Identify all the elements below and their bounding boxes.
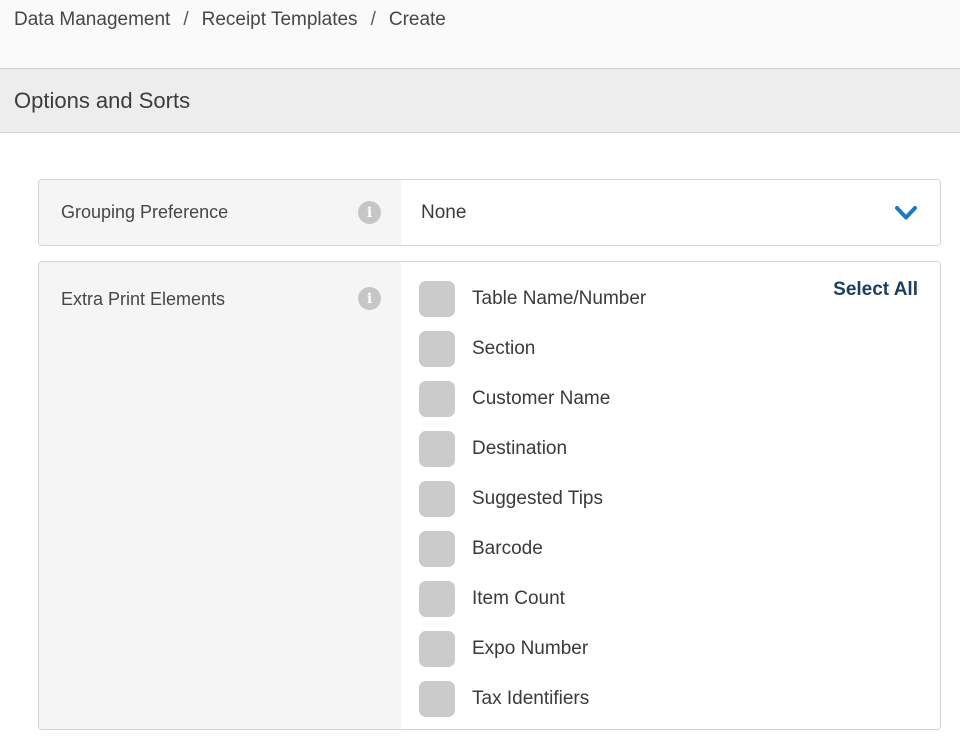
grouping-preference-label: Grouping Preference	[61, 202, 228, 223]
checkbox[interactable]	[419, 681, 455, 717]
select-all-link[interactable]: Select All	[833, 279, 918, 301]
option-row: Section	[419, 324, 918, 374]
breadcrumb-separator: /	[183, 9, 188, 30]
page-title: Options and Sorts	[14, 88, 190, 114]
info-icon[interactable]: i	[358, 287, 381, 310]
option-row: Tax Identifiers	[419, 674, 918, 724]
checkbox[interactable]	[419, 381, 455, 417]
extra-print-elements-row: Extra Print Elements i Select All Table …	[38, 261, 941, 730]
breadcrumb-item-create: Create	[389, 9, 446, 30]
grouping-preference-dropdown[interactable]: None	[401, 180, 940, 245]
checkbox[interactable]	[419, 531, 455, 567]
checkbox[interactable]	[419, 581, 455, 617]
chevron-down-icon	[894, 205, 918, 221]
checkbox[interactable]	[419, 281, 455, 317]
section-header: Options and Sorts	[0, 69, 960, 133]
options-list: Table Name/Number Section Customer Name …	[419, 274, 918, 724]
checkbox-label: Destination	[472, 438, 567, 460]
checkbox-label: Table Name/Number	[472, 288, 646, 310]
extra-print-elements-label-col: Extra Print Elements i	[39, 262, 401, 729]
checkbox[interactable]	[419, 481, 455, 517]
checkbox-label: Section	[472, 338, 535, 360]
breadcrumb-separator: /	[371, 9, 376, 30]
breadcrumb-item-receipt-templates[interactable]: Receipt Templates	[202, 9, 358, 30]
extra-print-elements-options: Select All Table Name/Number Section Cus…	[401, 262, 940, 729]
checkbox[interactable]	[419, 431, 455, 467]
options-and-sorts-form: Grouping Preference i None Extra Print E…	[0, 133, 960, 730]
checkbox-label: Tax Identifiers	[472, 688, 589, 710]
grouping-preference-selected-value: None	[421, 202, 466, 224]
option-row: Barcode	[419, 524, 918, 574]
option-row: Item Count	[419, 574, 918, 624]
checkbox-label: Expo Number	[472, 638, 588, 660]
checkbox-label: Customer Name	[472, 388, 610, 410]
extra-print-elements-label: Extra Print Elements	[61, 289, 225, 310]
grouping-preference-row: Grouping Preference i None	[38, 179, 941, 246]
option-row: Customer Name	[419, 374, 918, 424]
info-icon[interactable]: i	[358, 201, 381, 224]
checkbox-label: Barcode	[472, 538, 543, 560]
checkbox[interactable]	[419, 631, 455, 667]
checkbox-label: Suggested Tips	[472, 488, 603, 510]
breadcrumb: Data Management / Receipt Templates / Create	[0, 0, 960, 69]
breadcrumb-item-data-management[interactable]: Data Management	[14, 9, 170, 30]
option-row: Destination	[419, 424, 918, 474]
grouping-preference-label-col: Grouping Preference i	[39, 180, 401, 245]
option-row: Suggested Tips	[419, 474, 918, 524]
checkbox[interactable]	[419, 331, 455, 367]
checkbox-label: Item Count	[472, 588, 565, 610]
option-row: Expo Number	[419, 624, 918, 674]
